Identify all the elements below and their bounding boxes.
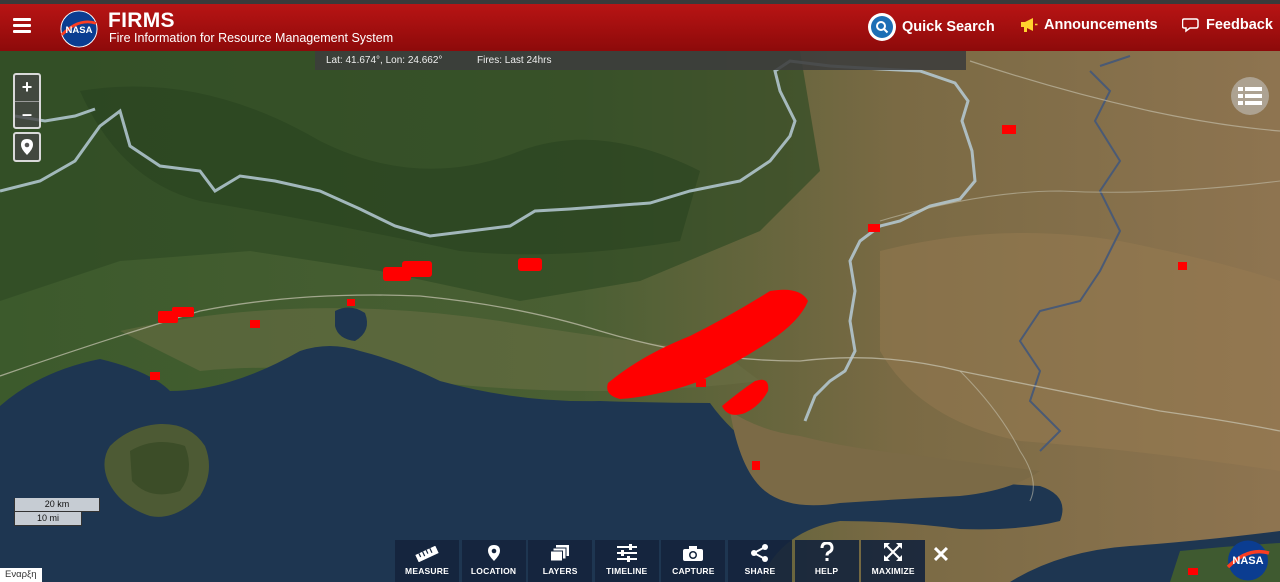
fire-spot xyxy=(150,372,160,380)
attribution-label: Εναρξη xyxy=(0,568,42,582)
layer-list-button[interactable] xyxy=(1231,77,1269,115)
app-title: FIRMS xyxy=(108,9,175,32)
fire-spot xyxy=(250,320,260,328)
layers-icon xyxy=(550,545,570,562)
announcements-button[interactable]: Announcements xyxy=(1020,17,1158,33)
fire-spot xyxy=(172,307,194,317)
map-pin-icon xyxy=(487,545,500,561)
help-button[interactable]: HELP xyxy=(794,540,859,582)
satellite-map[interactable] xyxy=(0,51,1280,582)
question-icon xyxy=(820,542,834,561)
svg-text:NASA: NASA xyxy=(66,25,93,36)
app-subtitle: Fire Information for Resource Management… xyxy=(109,31,394,45)
layers-label: LAYERS xyxy=(542,566,578,576)
fire-spot xyxy=(402,261,432,277)
locate-button[interactable] xyxy=(13,132,41,162)
nasa-meatball-logo[interactable]: NASA xyxy=(1225,539,1271,582)
feedback-label: Feedback xyxy=(1206,17,1273,33)
svg-text:NASA: NASA xyxy=(1232,555,1263,567)
fire-spot xyxy=(1188,568,1198,575)
maximize-button[interactable]: MAXIMIZE xyxy=(861,540,926,582)
scale-km: 20 km xyxy=(14,498,100,512)
capture-label: CAPTURE xyxy=(672,566,715,576)
chat-icon xyxy=(1182,18,1199,33)
fire-spot xyxy=(347,299,355,306)
zoom-out-button[interactable]: – xyxy=(15,101,39,127)
timeline-button[interactable]: TIMELINE xyxy=(594,540,659,582)
camera-icon xyxy=(683,546,704,561)
map-canvas xyxy=(0,51,1280,582)
app-header: NASA FIRMS Fire Information for Resource… xyxy=(0,0,1280,51)
fire-spot xyxy=(518,258,542,271)
bottom-toolbar: MEASURE LOCATION LAYERS TIMELINE CAPTURE… xyxy=(395,540,928,582)
menu-icon[interactable] xyxy=(13,18,31,34)
maximize-icon xyxy=(884,543,903,561)
feedback-button[interactable]: Feedback xyxy=(1182,17,1273,33)
timeline-label: TIMELINE xyxy=(606,566,648,576)
scale-mi: 10 mi xyxy=(14,512,82,526)
share-icon xyxy=(750,544,768,562)
announcements-label: Announcements xyxy=(1044,17,1158,33)
coordinate-bar: Lat: 41.674°, Lon: 24.662° Fires: Last 2… xyxy=(315,51,966,70)
search-icon xyxy=(868,13,896,41)
map-pin-icon xyxy=(21,139,33,155)
measure-label: MEASURE xyxy=(405,566,449,576)
megaphone-icon xyxy=(1021,18,1038,32)
sliders-icon xyxy=(616,544,637,562)
fire-spot xyxy=(752,461,760,470)
location-button[interactable]: LOCATION xyxy=(461,540,526,582)
quick-search-button[interactable]: Quick Search xyxy=(868,13,995,41)
share-label: SHARE xyxy=(744,566,776,576)
zoom-control: + – xyxy=(13,73,41,129)
help-label: HELP xyxy=(814,566,839,576)
layers-button[interactable]: LAYERS xyxy=(528,540,593,582)
list-icon xyxy=(1238,87,1262,105)
scale-bar: 20 km 10 mi xyxy=(14,498,100,526)
share-button[interactable]: SHARE xyxy=(727,540,792,582)
close-toolbar-button[interactable]: ✕ xyxy=(930,544,952,567)
measure-button[interactable]: MEASURE xyxy=(395,540,459,582)
fire-spot xyxy=(1178,262,1187,270)
zoom-in-button[interactable]: + xyxy=(15,75,39,101)
maximize-label: MAXIMIZE xyxy=(871,566,915,576)
fires-period: Fires: Last 24hrs xyxy=(477,55,552,66)
ruler-icon xyxy=(415,546,439,562)
quick-search-label: Quick Search xyxy=(902,19,995,35)
capture-button[interactable]: CAPTURE xyxy=(661,540,726,582)
coordinate-readout: Lat: 41.674°, Lon: 24.662° xyxy=(326,55,443,66)
fire-spot xyxy=(868,224,880,232)
nasa-logo[interactable]: NASA xyxy=(60,10,98,48)
location-label: LOCATION xyxy=(470,566,517,576)
fire-spot xyxy=(1002,125,1016,134)
fire-spot xyxy=(696,379,706,387)
